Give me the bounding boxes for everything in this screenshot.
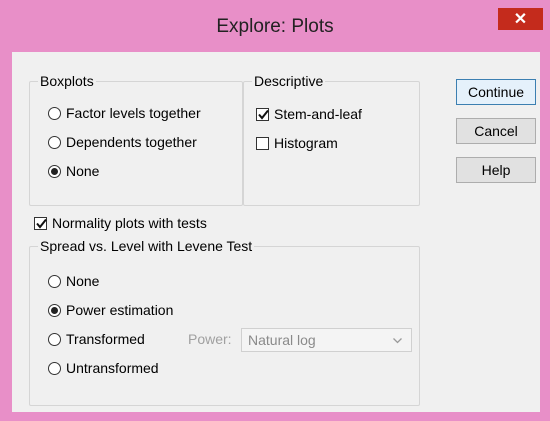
- transformed-radio[interactable]: Transformed: [48, 331, 145, 347]
- close-icon: ✕: [513, 11, 528, 28]
- dialog-body: Boxplots Factor levels together Dependen…: [12, 52, 540, 412]
- radio-circle[interactable]: [48, 303, 61, 317]
- close-button[interactable]: ✕: [498, 8, 543, 30]
- radio-label: Transformed: [66, 331, 145, 347]
- normality-plots-checkbox[interactable]: Normality plots with tests: [34, 215, 207, 231]
- boxplots-dependents-radio[interactable]: Dependents together: [48, 134, 197, 150]
- continue-button[interactable]: Continue: [456, 79, 536, 105]
- checkbox-box[interactable]: [34, 216, 47, 230]
- checkbox-box[interactable]: [256, 136, 269, 150]
- histogram-checkbox[interactable]: Histogram: [256, 135, 338, 151]
- spread-vs-level-group: Spread vs. Level with Levene Test: [29, 238, 420, 406]
- radio-label: Factor levels together: [66, 105, 201, 121]
- spread-vs-level-group-title: Spread vs. Level with Levene Test: [38, 238, 255, 255]
- radio-label: Untransformed: [66, 360, 159, 376]
- power-select-value: Natural log: [248, 332, 316, 348]
- radio-label: None: [66, 163, 100, 179]
- title-bar[interactable]: Explore: Plots ✕: [0, 0, 550, 52]
- radio-circle[interactable]: [48, 332, 61, 346]
- cancel-button[interactable]: Cancel: [456, 118, 536, 144]
- radio-circle[interactable]: [48, 135, 61, 149]
- boxplots-group-title: Boxplots: [38, 73, 96, 90]
- radio-circle[interactable]: [48, 106, 61, 120]
- explore-plots-dialog: Explore: Plots ✕ Boxplots Factor levels …: [0, 0, 550, 421]
- checkbox-label: Stem-and-leaf: [274, 106, 362, 122]
- power-label: Power:: [188, 331, 232, 347]
- untransformed-radio[interactable]: Untransformed: [48, 360, 159, 376]
- descriptive-group-title: Descriptive: [252, 73, 326, 90]
- power-label-text: Power:: [188, 331, 232, 347]
- radio-selected-dot: [51, 167, 58, 175]
- radio-circle[interactable]: [48, 274, 61, 288]
- boxplots-none-radio[interactable]: None: [48, 163, 99, 179]
- radio-label: None: [66, 273, 100, 289]
- spread-none-radio[interactable]: None: [48, 273, 99, 289]
- radio-circle[interactable]: [48, 361, 61, 375]
- checkbox-label: Normality plots with tests: [52, 215, 207, 231]
- checkmark-icon: [258, 109, 269, 120]
- checkmark-icon: [36, 218, 47, 229]
- checkbox-box[interactable]: [256, 107, 269, 121]
- stem-and-leaf-checkbox[interactable]: Stem-and-leaf: [256, 106, 362, 122]
- radio-circle[interactable]: [48, 164, 61, 178]
- power-select[interactable]: Natural log: [241, 328, 412, 352]
- radio-label: Power estimation: [66, 302, 174, 318]
- dialog-title: Explore: Plots: [216, 16, 334, 37]
- help-button[interactable]: Help: [456, 157, 536, 183]
- checkbox-label: Histogram: [274, 135, 338, 151]
- radio-label: Dependents together: [66, 134, 197, 150]
- power-estimation-radio[interactable]: Power estimation: [48, 302, 173, 318]
- boxplots-factor-levels-radio[interactable]: Factor levels together: [48, 105, 201, 121]
- chevron-down-icon: [392, 335, 403, 349]
- radio-selected-dot: [51, 306, 58, 314]
